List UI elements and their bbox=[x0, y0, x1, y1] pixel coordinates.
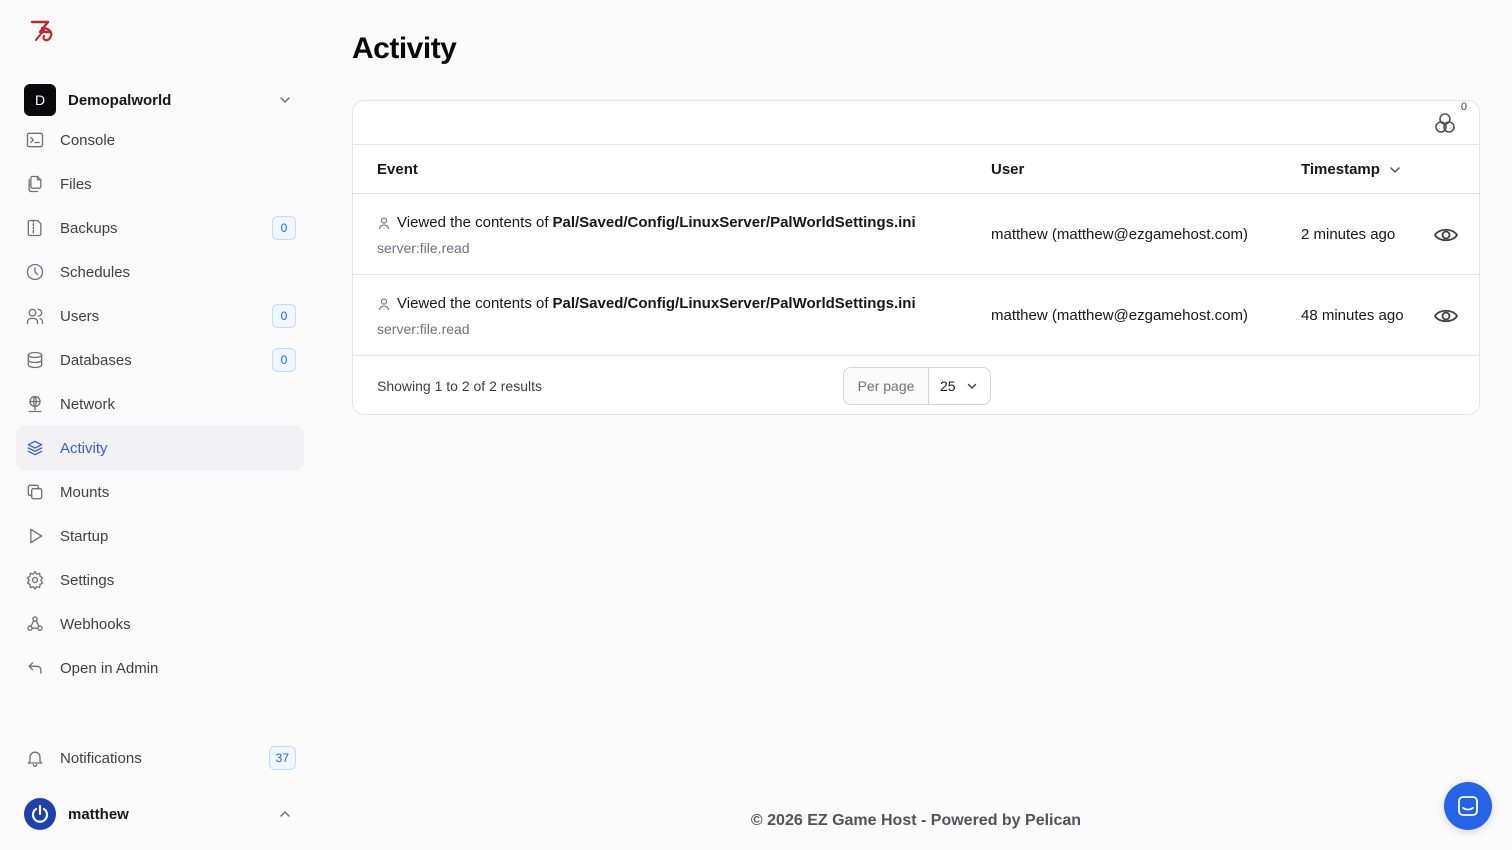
mounts-icon bbox=[24, 481, 46, 503]
page-title: Activity bbox=[352, 32, 457, 65]
sidebar-item-label: Schedules bbox=[60, 263, 131, 281]
sidebar-item-label: Notifications bbox=[60, 749, 142, 767]
per-page-value[interactable]: 25 bbox=[929, 368, 990, 404]
event-timestamp: 2 minutes ago bbox=[1301, 226, 1396, 243]
user-icon bbox=[378, 297, 390, 310]
view-eye-icon[interactable] bbox=[1433, 303, 1459, 329]
per-page-label: Per page bbox=[844, 368, 929, 404]
file-zip-icon bbox=[24, 217, 46, 239]
sidebar-item-settings[interactable]: Settings bbox=[16, 558, 304, 602]
terminal-icon bbox=[24, 129, 46, 151]
network-icon bbox=[24, 393, 46, 415]
results-summary: Showing 1 to 2 of 2 results bbox=[377, 378, 542, 394]
chat-icon bbox=[1458, 796, 1478, 816]
column-header-timestamp-label: Timestamp bbox=[1301, 161, 1380, 178]
count-badge: 0 bbox=[272, 348, 296, 372]
sidebar-item-backups[interactable]: Backups 0 bbox=[16, 206, 304, 250]
table-row[interactable]: Viewed the contents of Pal/Saved/Config/… bbox=[353, 275, 1479, 356]
notifications-count-badge: 37 bbox=[268, 746, 296, 770]
event-user: matthew (matthew@ezgamehost.com) bbox=[991, 226, 1248, 243]
sidebar-item-label: Open in Admin bbox=[60, 659, 159, 677]
column-header-user: User bbox=[991, 161, 1025, 178]
sidebar-item-activity[interactable]: Activity bbox=[16, 426, 304, 470]
chevron-down-icon bbox=[280, 97, 290, 104]
filter-button[interactable] bbox=[1431, 109, 1459, 137]
event-user: matthew (matthew@ezgamehost.com) bbox=[991, 307, 1248, 324]
column-header-timestamp[interactable]: Timestamp bbox=[1301, 161, 1402, 178]
database-icon bbox=[24, 349, 46, 371]
sidebar-nav: Console Files Backups 0 Schedules Users … bbox=[16, 118, 304, 690]
webhook-icon bbox=[24, 613, 46, 635]
column-header-event: Event bbox=[377, 161, 418, 178]
sidebar-item-notifications[interactable]: Notifications 37 bbox=[16, 736, 304, 780]
arrow-back-icon bbox=[24, 657, 46, 679]
sidebar: D Demopalworld Console Files Backups 0 S… bbox=[0, 0, 320, 850]
avatar bbox=[24, 798, 56, 830]
view-eye-icon[interactable] bbox=[1433, 222, 1459, 248]
sidebar-item-label: Activity bbox=[60, 439, 108, 457]
files-icon bbox=[24, 173, 46, 195]
clock-icon bbox=[24, 261, 46, 283]
sidebar-item-label: Network bbox=[60, 395, 116, 413]
sidebar-item-network[interactable]: Network bbox=[16, 382, 304, 426]
event-text: Viewed the contents of bbox=[397, 295, 549, 312]
server-switcher[interactable]: D Demopalworld bbox=[24, 84, 296, 116]
activity-table-card: 0 Event User Timestamp Viewed the conten… bbox=[352, 100, 1480, 415]
user-menu[interactable]: matthew bbox=[24, 798, 296, 830]
table-footer: Showing 1 to 2 of 2 results Per page 25 bbox=[353, 356, 1479, 414]
user-name: matthew bbox=[68, 805, 129, 823]
event-key: server:file.read bbox=[377, 240, 470, 256]
support-chat-button[interactable] bbox=[1444, 782, 1492, 830]
event-description: Viewed the contents of Pal/Saved/Config/… bbox=[377, 295, 916, 312]
sidebar-item-open-in-admin[interactable]: Open in Admin bbox=[16, 646, 304, 690]
page-footer: © 2026 EZ Game Host - Powered by Pelican bbox=[750, 812, 1082, 829]
server-avatar: D bbox=[24, 84, 56, 116]
count-badge: 0 bbox=[272, 304, 296, 328]
sidebar-item-users[interactable]: Users 0 bbox=[16, 294, 304, 338]
sidebar-item-label: Startup bbox=[60, 527, 109, 545]
event-key: server:file.read bbox=[377, 321, 470, 337]
user-icon bbox=[378, 216, 390, 229]
sidebar-item-schedules[interactable]: Schedules bbox=[16, 250, 304, 294]
sort-chevron-down-icon bbox=[1390, 166, 1400, 173]
sidebar-item-console[interactable]: Console bbox=[16, 118, 304, 162]
per-page-select[interactable]: Per page 25 bbox=[843, 367, 991, 405]
sidebar-item-webhooks[interactable]: Webhooks bbox=[16, 602, 304, 646]
sidebar-item-files[interactable]: Files bbox=[16, 162, 304, 206]
sidebar-item-mounts[interactable]: Mounts bbox=[16, 470, 304, 514]
sidebar-item-label: Files bbox=[60, 175, 92, 193]
users-icon bbox=[24, 305, 46, 327]
table-row[interactable]: Viewed the contents of Pal/Saved/Config/… bbox=[353, 194, 1479, 275]
sidebar-item-label: Databases bbox=[60, 351, 132, 369]
table-header: Event User Timestamp bbox=[353, 145, 1479, 194]
sidebar-item-label: Mounts bbox=[60, 483, 110, 501]
sidebar-item-label: Console bbox=[60, 131, 116, 149]
power-icon bbox=[31, 804, 49, 823]
event-timestamp: 48 minutes ago bbox=[1301, 307, 1404, 324]
sidebar-item-label: Users bbox=[60, 307, 100, 325]
per-page-selected: 25 bbox=[940, 378, 956, 394]
table-toolbar: 0 bbox=[353, 101, 1479, 145]
event-description: Viewed the contents of Pal/Saved/Config/… bbox=[377, 214, 916, 231]
sidebar-item-label: Webhooks bbox=[60, 615, 131, 633]
event-file-path: Pal/Saved/Config/LinuxServer/PalWorldSet… bbox=[552, 295, 916, 312]
filter-count-badge: 0 bbox=[1460, 101, 1467, 113]
event-text: Viewed the contents of bbox=[397, 214, 549, 231]
sidebar-item-label: Backups bbox=[60, 219, 118, 237]
filter-circles-icon bbox=[1435, 113, 1455, 133]
event-file-path: Pal/Saved/Config/LinuxServer/PalWorldSet… bbox=[552, 214, 916, 231]
chevron-up-icon bbox=[280, 810, 290, 817]
play-icon bbox=[24, 525, 46, 547]
brand-logo-icon[interactable] bbox=[28, 18, 60, 46]
sidebar-item-label: Settings bbox=[60, 571, 115, 589]
chevron-down-icon bbox=[967, 383, 976, 390]
stack-icon bbox=[24, 437, 46, 459]
bell-icon bbox=[24, 747, 46, 769]
sidebar-item-databases[interactable]: Databases 0 bbox=[16, 338, 304, 382]
server-name: Demopalworld bbox=[68, 91, 172, 109]
gear-icon bbox=[24, 569, 46, 591]
notifications-section: Notifications 37 bbox=[16, 736, 304, 780]
sidebar-item-startup[interactable]: Startup bbox=[16, 514, 304, 558]
count-badge: 0 bbox=[272, 216, 296, 240]
